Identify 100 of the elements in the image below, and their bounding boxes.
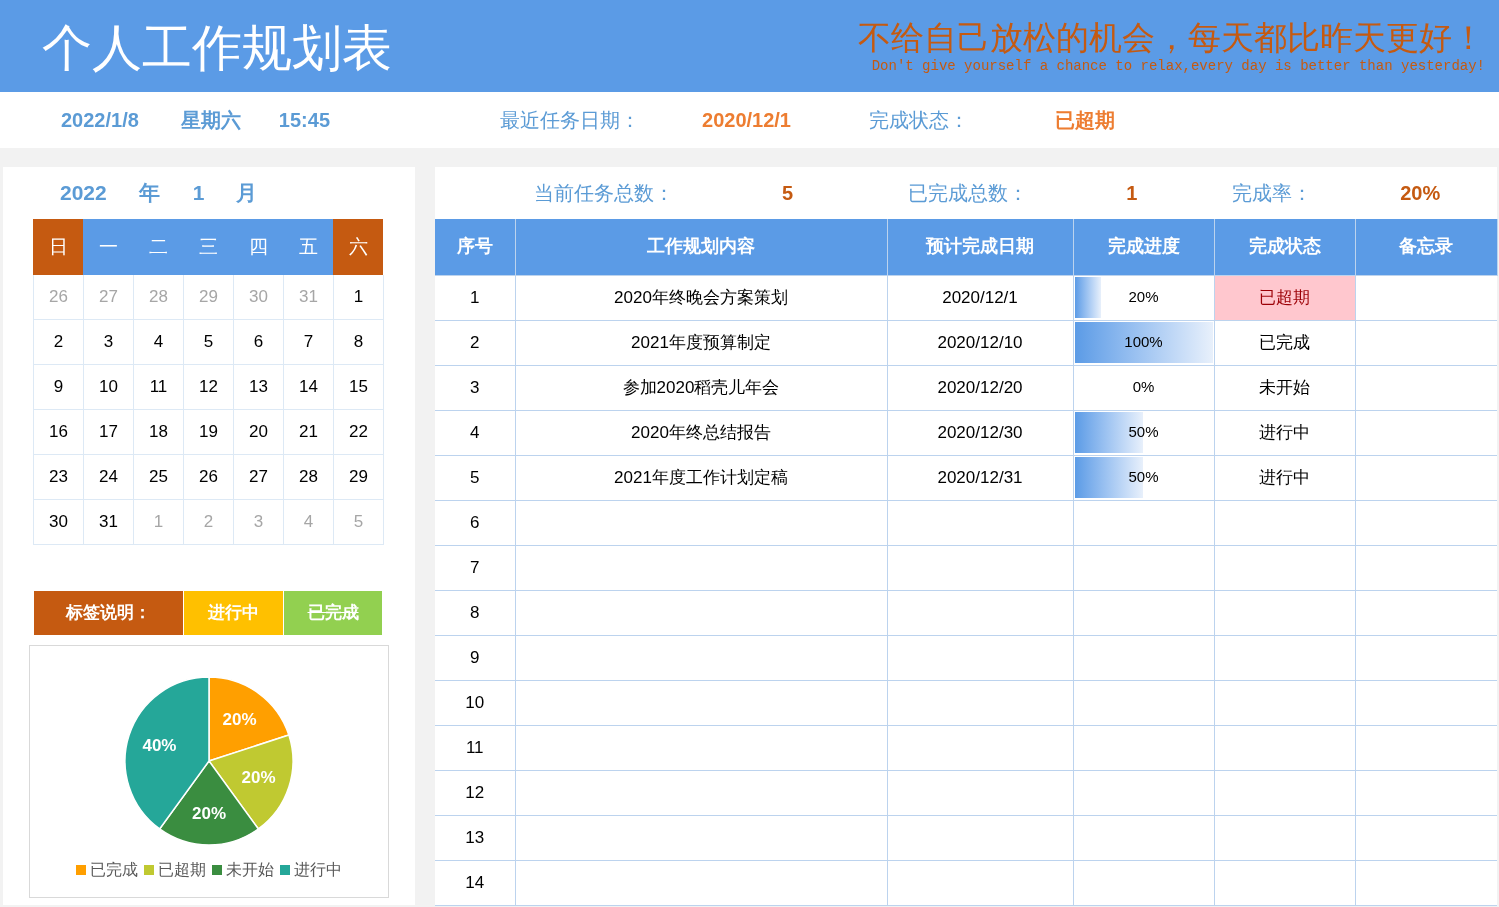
- legend-label: 进行中: [294, 860, 342, 880]
- progress-text: 50%: [1128, 467, 1159, 488]
- column-header: 工作规划内容: [515, 219, 887, 275]
- row-number: 12: [435, 770, 515, 815]
- calendar-day[interactable]: 5: [184, 320, 234, 365]
- motto-english: Don't give yourself a chance to relax,every day is better than yesterday!: [871, 57, 1485, 76]
- calendar-day[interactable]: 10: [84, 365, 134, 410]
- calendar-day[interactable]: 9: [34, 365, 84, 410]
- column-header: 备忘录: [1355, 219, 1497, 275]
- task-content: 2021年度工作计划定稿: [515, 455, 887, 500]
- status-cell: 已完成: [1214, 320, 1355, 365]
- status-cell: 已超期: [1214, 275, 1355, 320]
- due-date: 2020/12/10: [887, 320, 1073, 365]
- row-number: 13: [435, 815, 515, 860]
- recent-task-label: 最近任务日期：: [500, 108, 640, 133]
- row-number: 9: [435, 635, 515, 680]
- row-number: 6: [435, 500, 515, 545]
- tag-label: 已完成: [284, 591, 383, 635]
- task-content: 2020年终总结报告: [515, 410, 887, 455]
- column-header: 序号: [435, 219, 515, 275]
- calendar-day[interactable]: 15: [334, 365, 384, 410]
- row-number: 3: [435, 365, 515, 410]
- row-number: 1: [435, 275, 515, 320]
- calendar-month: 1: [192, 180, 205, 207]
- calendar-day[interactable]: 16: [34, 410, 84, 455]
- year-unit: 年: [138, 180, 160, 207]
- calendar-day[interactable]: 25: [134, 455, 184, 500]
- summary-value: 5: [782, 181, 794, 206]
- progress-text: 0%: [1132, 377, 1155, 398]
- weekday-header: 一: [83, 219, 133, 275]
- due-date: 2020/12/30: [887, 410, 1073, 455]
- status-cell: 进行中: [1214, 455, 1355, 500]
- row-number: 4: [435, 410, 515, 455]
- row-number: 14: [435, 860, 515, 905]
- summary-label: 当前任务总数：: [534, 181, 674, 206]
- task-content: 参加2020稻壳儿年会: [515, 365, 887, 410]
- row-number: 11: [435, 725, 515, 770]
- legend-label: 已超期: [158, 860, 206, 880]
- weekday-header: 二: [133, 219, 183, 275]
- calendar-day[interactable]: 18: [134, 410, 184, 455]
- weekday-header: 日: [33, 219, 83, 275]
- summary-value: 20%: [1400, 181, 1441, 206]
- calendar-day[interactable]: 19: [184, 410, 234, 455]
- month-unit: 月: [236, 180, 258, 207]
- task-content: 2021年度预算制定: [515, 320, 887, 365]
- current-time: 15:45: [278, 108, 330, 133]
- weekday-header: 三: [183, 219, 233, 275]
- current-date: 2022/1/8: [61, 108, 139, 133]
- calendar-day[interactable]: 23: [34, 455, 84, 500]
- legend-label: 未开始: [226, 860, 274, 880]
- column-header: 完成状态: [1214, 219, 1355, 275]
- slice-value-label: 20%: [241, 768, 276, 788]
- calendar-day[interactable]: 8: [334, 320, 384, 365]
- progress-text: 50%: [1128, 422, 1159, 443]
- progress-text: 100%: [1124, 332, 1163, 353]
- calendar-day[interactable]: 12: [184, 365, 234, 410]
- tag-label: 进行中: [184, 591, 284, 635]
- calendar-day[interactable]: 4: [134, 320, 184, 365]
- row-number: 5: [435, 455, 515, 500]
- task-content: 2020年终晚会方案策划: [515, 275, 887, 320]
- calendar-day[interactable]: 20: [234, 410, 284, 455]
- calendar-day[interactable]: 11: [134, 365, 184, 410]
- calendar-day[interactable]: 22: [334, 410, 384, 455]
- summary-label: 已完成总数：: [908, 181, 1029, 206]
- calendar-day[interactable]: 29: [334, 455, 384, 500]
- due-date: 2020/12/1: [887, 275, 1073, 320]
- row-number: 8: [435, 590, 515, 635]
- column-header: 完成进度: [1073, 219, 1214, 275]
- status-cell: 进行中: [1214, 410, 1355, 455]
- calendar-day[interactable]: 17: [84, 410, 134, 455]
- calendar-day[interactable]: 2: [34, 320, 84, 365]
- weekday-header: 六: [333, 219, 383, 275]
- calendar-day[interactable]: 21: [284, 410, 334, 455]
- legend-label: 已完成: [90, 860, 138, 880]
- column-header: 预计完成日期: [887, 219, 1073, 275]
- tag-label: 标签说明：: [34, 591, 184, 635]
- page-title: 个人工作规划表: [42, 23, 392, 73]
- status-cell: 未开始: [1214, 365, 1355, 410]
- progress-text: 20%: [1128, 287, 1159, 308]
- calendar-day[interactable]: 13: [234, 365, 284, 410]
- calendar-day[interactable]: 24: [84, 455, 134, 500]
- weekday-text: 星期六: [180, 108, 241, 133]
- calendar-day[interactable]: 26: [184, 455, 234, 500]
- calendar-day[interactable]: 30: [34, 500, 84, 545]
- recent-task-date: 2020/12/1: [702, 108, 791, 133]
- calendar-day[interactable]: 28: [284, 455, 334, 500]
- row-number: 2: [435, 320, 515, 365]
- calendar-day[interactable]: 7: [284, 320, 334, 365]
- slice-value-label: 20%: [222, 709, 257, 729]
- due-date: 2020/12/31: [887, 455, 1073, 500]
- calendar-day[interactable]: 3: [84, 320, 134, 365]
- weekday-header: 五: [283, 219, 333, 275]
- calendar-day[interactable]: 14: [284, 365, 334, 410]
- summary-label: 完成率：: [1232, 181, 1313, 206]
- calendar-day[interactable]: 1: [334, 275, 384, 320]
- calendar-day[interactable]: 6: [234, 320, 284, 365]
- calendar-day[interactable]: 27: [234, 455, 284, 500]
- row-number: 7: [435, 545, 515, 590]
- row-number: 10: [435, 680, 515, 725]
- calendar-day[interactable]: 31: [84, 500, 134, 545]
